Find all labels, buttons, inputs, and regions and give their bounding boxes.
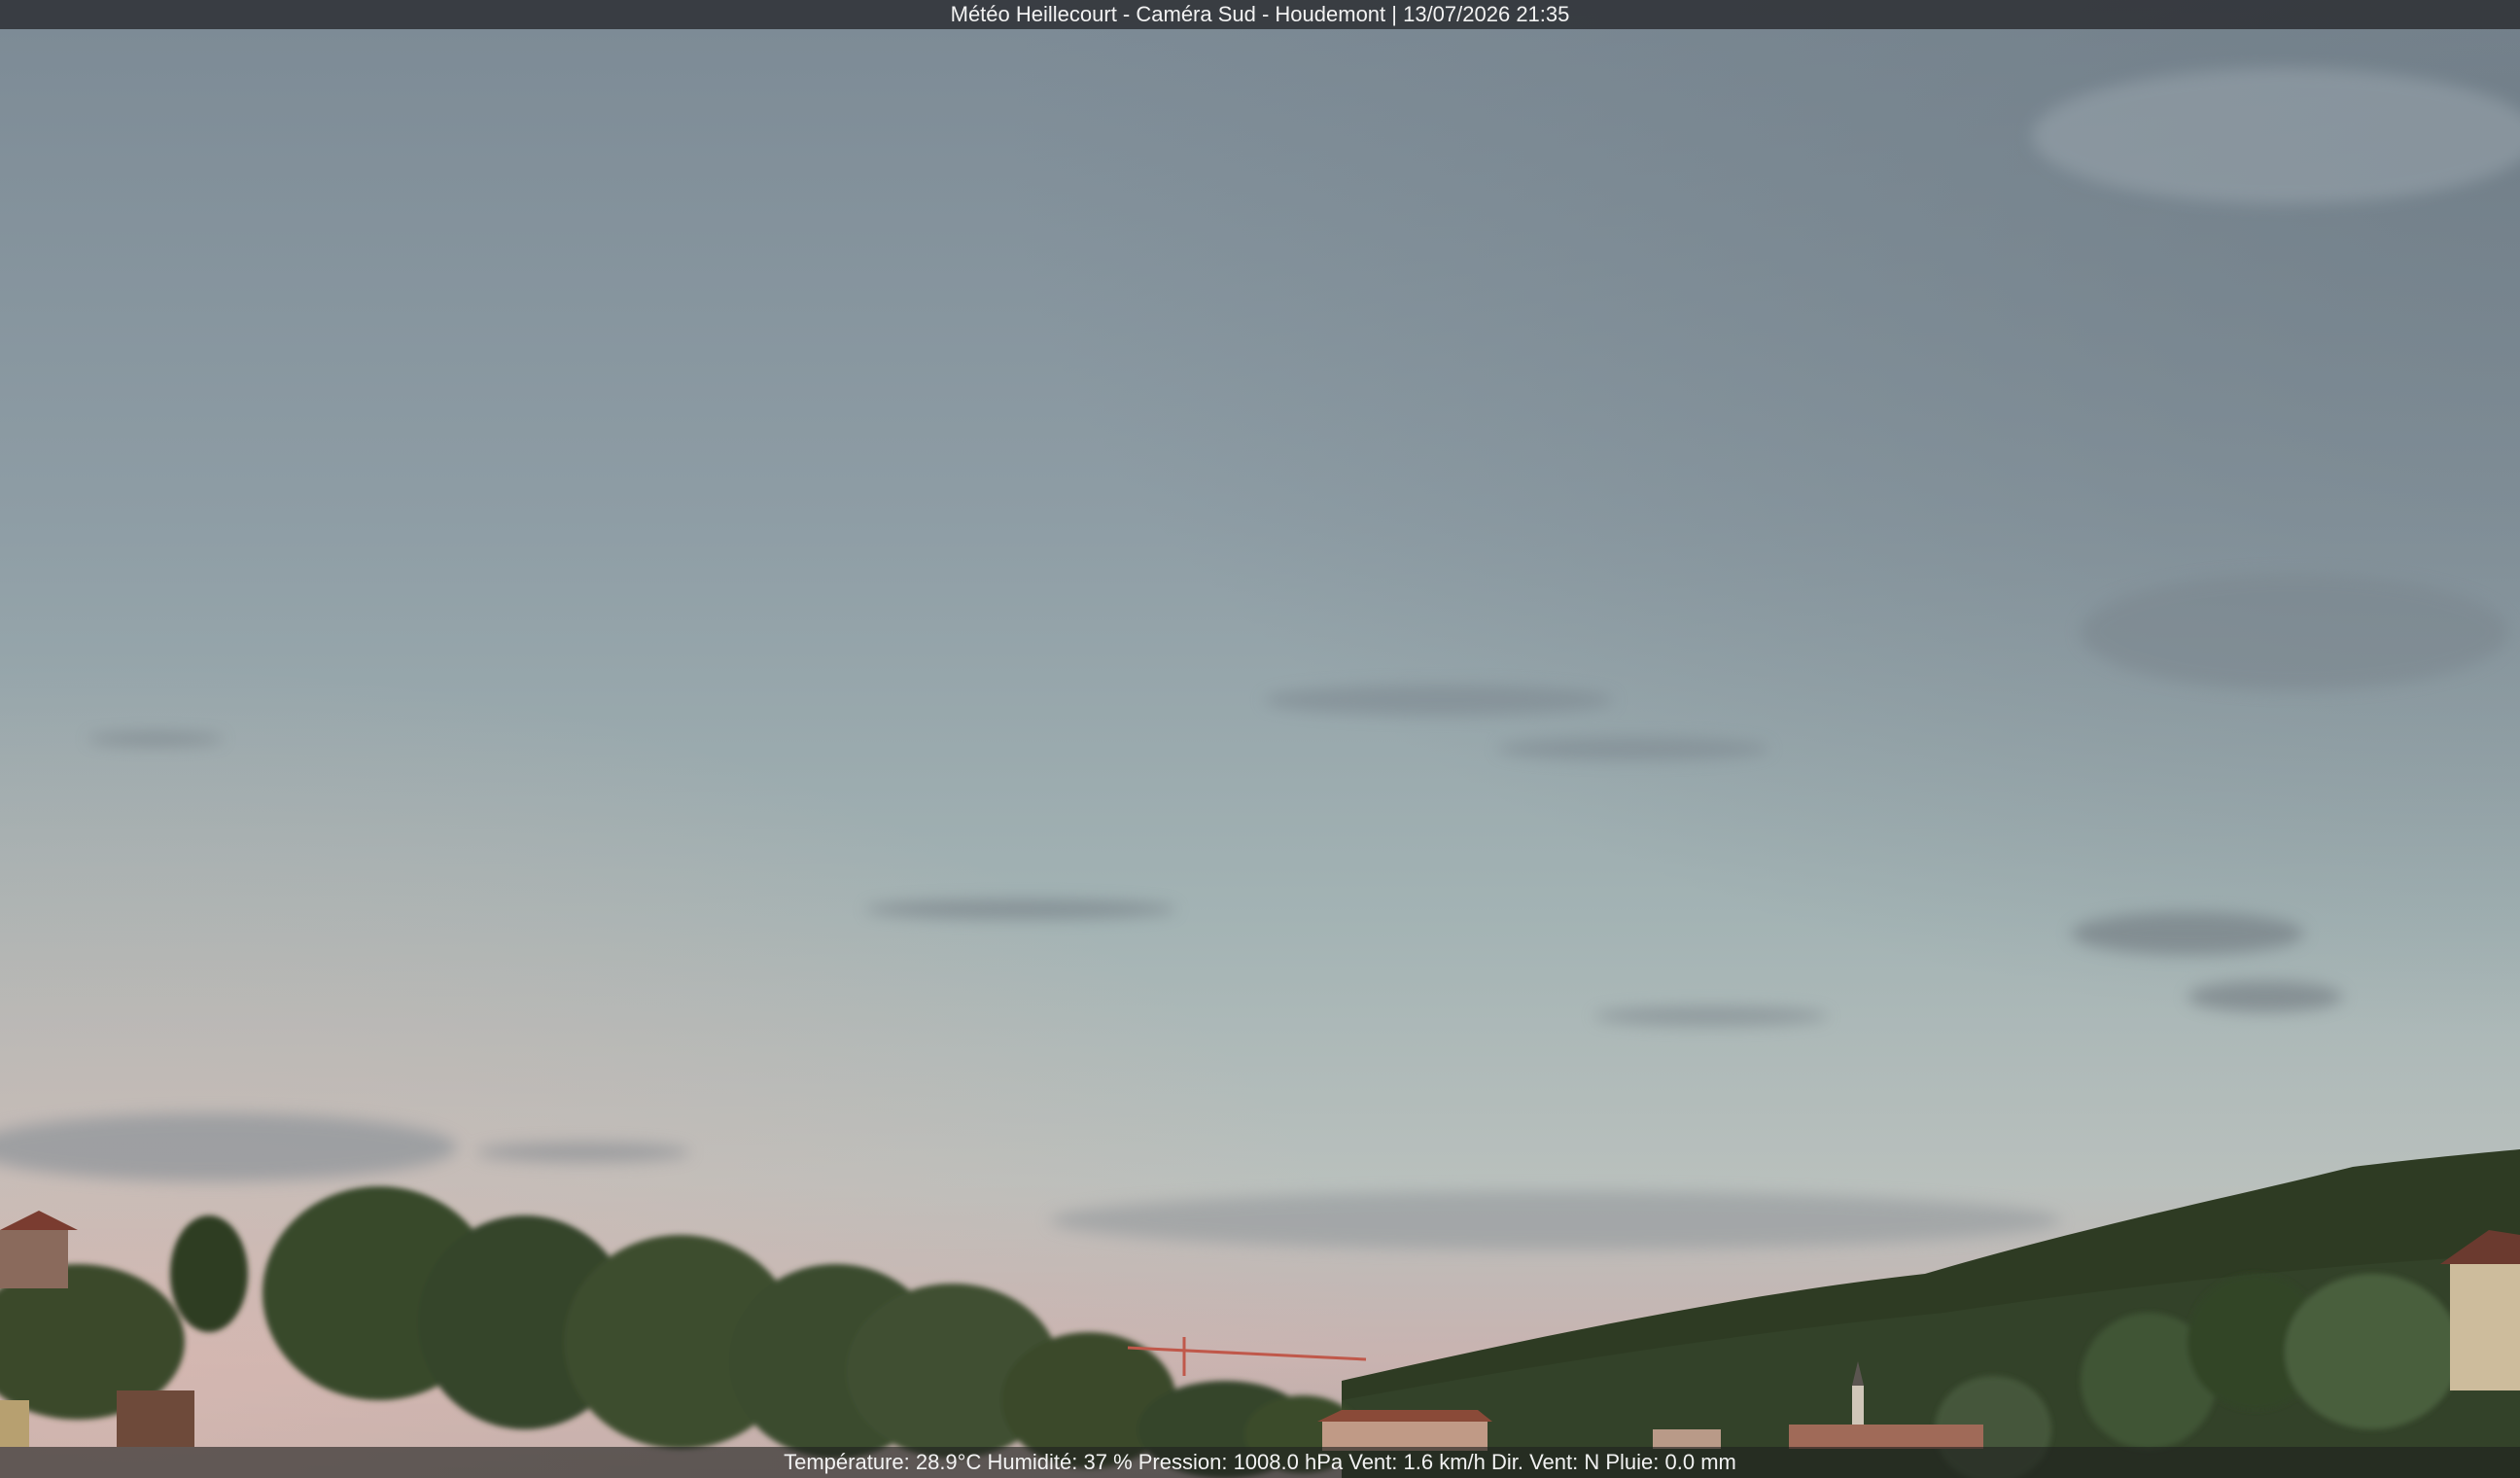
weather-readout: Température: 28.9°C Humidité: 37 % Press… — [0, 1447, 2520, 1478]
camera-title: Météo Heillecourt - Caméra Sud - Houdemo… — [0, 0, 2520, 29]
webcam-image — [0, 0, 2520, 1478]
